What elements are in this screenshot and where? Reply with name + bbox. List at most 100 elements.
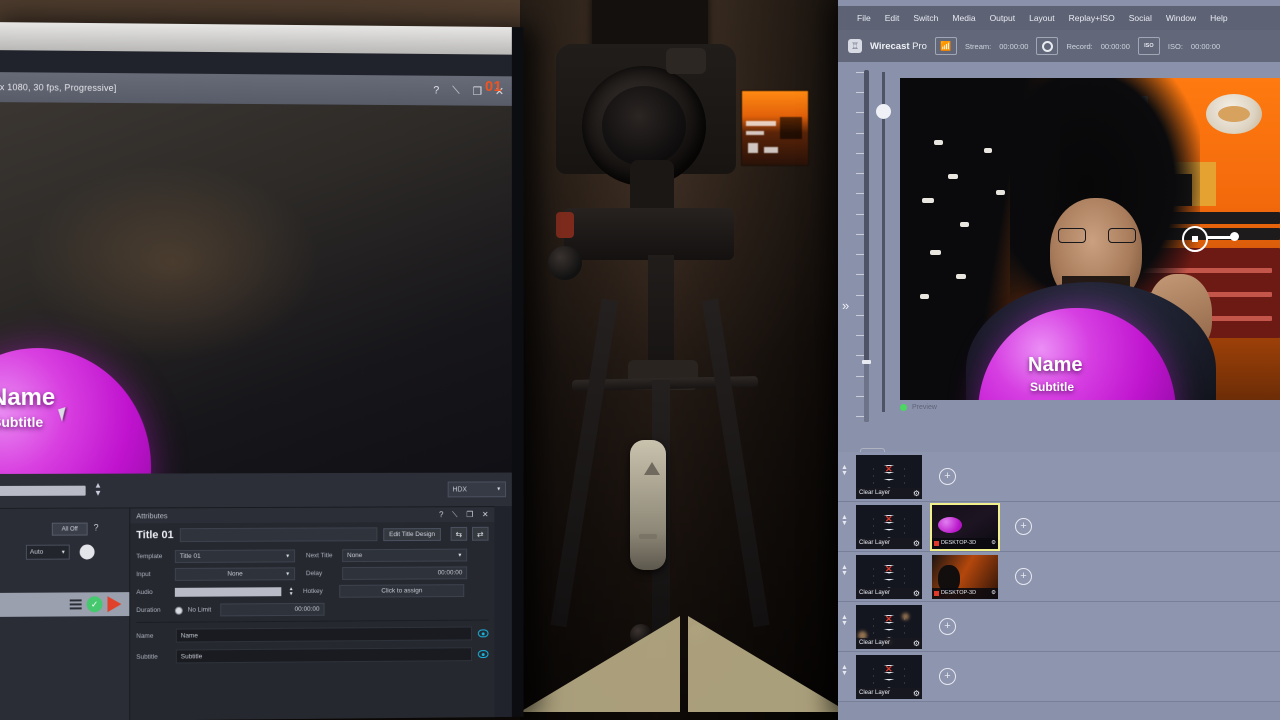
shot-name-input[interactable]	[179, 527, 378, 543]
layer-row[interactable]: ▲ ▼ ✕ Clear Layer ⚙ DESKTOP-3D ⚙ +	[838, 552, 1280, 602]
audio-volume-knob[interactable]	[876, 104, 891, 119]
restore-icon[interactable]: ❐	[466, 510, 473, 520]
duration-input[interactable]: 00:00:00	[220, 602, 325, 617]
shot-thumbnail[interactable]: DESKTOP-3D ⚙	[932, 554, 998, 599]
live-indicator-icon	[934, 590, 939, 596]
title-name-text: Name	[0, 383, 56, 411]
clear-layer-button[interactable]: ✕ Clear Layer ⚙	[856, 454, 922, 499]
visibility-eye-icon[interactable]	[477, 629, 489, 638]
menu-item-window[interactable]: Window	[1159, 13, 1203, 23]
layers-stack-icon: ✕	[873, 514, 905, 539]
input-dropdown[interactable]: None ▼	[174, 567, 296, 581]
chair-back-right	[688, 616, 848, 712]
left-zoom-slider[interactable]	[0, 485, 86, 496]
transition-controls-row: ✓	[0, 592, 130, 617]
preview-video[interactable]: Name Subtitle	[900, 78, 1280, 400]
meter-scale-ticks	[856, 72, 864, 417]
preview-crosshair-bar	[1206, 236, 1232, 239]
layer-reorder-arrows[interactable]: ▲ ▼	[841, 514, 853, 527]
layer-reorder-arrows[interactable]: ▲ ▼	[841, 564, 853, 577]
add-shot-button[interactable]: +	[939, 618, 956, 635]
preview-crosshair-icon[interactable]	[1182, 226, 1208, 252]
help-icon[interactable]: ?	[433, 85, 439, 97]
gear-icon[interactable]: ⚙	[913, 689, 920, 698]
play-icon[interactable]	[107, 596, 122, 613]
go-button[interactable]	[79, 544, 95, 560]
hotkey-label: Hotkey	[302, 587, 323, 596]
confirm-icon[interactable]: ✓	[86, 596, 103, 613]
help-icon[interactable]: ?	[439, 510, 443, 520]
next-title-dropdown[interactable]: None ▼	[342, 548, 468, 563]
attributes-nav-buttons: ⇆ ⇄	[450, 526, 489, 541]
add-shot-button[interactable]: +	[1015, 568, 1032, 585]
layer-row[interactable]: ▲ ▼ ✕ Clear Layer ⚙ +	[838, 652, 1280, 702]
restore-icon[interactable]: ❐	[473, 84, 483, 97]
attributes-fields: Template Title 01 ▼ Next Title None ▼ In…	[130, 545, 494, 664]
no-limit-radio[interactable]	[174, 606, 183, 615]
menu-item-file[interactable]: File	[850, 13, 878, 23]
menu-item-output[interactable]: Output	[983, 13, 1023, 23]
edit-title-design-button[interactable]: Edit Title Design	[383, 527, 441, 541]
add-shot-button[interactable]: +	[939, 468, 956, 485]
audio-spinner[interactable]: ▲ ▼	[286, 586, 296, 597]
gear-icon[interactable]: ⚙	[913, 589, 920, 598]
layer-row[interactable]: ▲ ▼ ✕ Clear Layer ⚙ DESKTOP-3D ⚙ +	[838, 502, 1280, 552]
preview-crosshair-handle[interactable]	[1230, 232, 1239, 241]
field-row-audio: Audio ▲ ▼ Hotkey Click to assign	[136, 584, 488, 599]
layer-reorder-arrows[interactable]: ▲ ▼	[841, 614, 853, 627]
layer-reorder-arrows[interactable]: ▲ ▼	[841, 664, 853, 677]
delay-input[interactable]: 00:00:00	[342, 566, 468, 580]
left-format-dropdown[interactable]: HDX ▼	[447, 481, 507, 498]
layer-row[interactable]: ▲ ▼ ✕ Clear Layer ⚙ +	[838, 452, 1280, 502]
menu-item-social[interactable]: Social	[1122, 13, 1159, 23]
menu-item-help[interactable]: Help	[1203, 13, 1234, 23]
audio-volume-track[interactable]	[882, 72, 885, 412]
chevron-down-icon: ▼	[60, 549, 66, 556]
gear-icon[interactable]: ⚙	[991, 540, 998, 546]
gear-icon[interactable]: ⚙	[913, 539, 920, 548]
swap-icon[interactable]: ⇆	[450, 526, 468, 541]
name-input[interactable]: Name	[175, 626, 473, 643]
menu-item-layout[interactable]: Layout	[1022, 13, 1062, 23]
left-spinner[interactable]: ▲ ▼	[92, 481, 105, 500]
all-off-button[interactable]: All Off	[51, 522, 88, 536]
shot-thumbnail-selected[interactable]: DESKTOP-3D ⚙	[930, 502, 1000, 551]
record-circle-icon[interactable]	[1036, 37, 1059, 55]
visibility-eye-icon[interactable]	[477, 650, 489, 659]
audio-meter-knob[interactable]	[862, 360, 871, 364]
gear-icon[interactable]: ⚙	[991, 590, 998, 596]
gear-icon[interactable]: ⚙	[913, 639, 920, 648]
subtitle-input[interactable]: Subtitle	[175, 647, 473, 664]
exchange-icon[interactable]: ⇄	[472, 526, 489, 541]
chevron-double-right-icon[interactable]: »	[842, 298, 849, 313]
left-format-value: HDX	[452, 485, 467, 493]
iso-icon[interactable]: ISO	[1137, 37, 1160, 55]
clear-layer-button[interactable]: ✕ Clear Layer ⚙	[856, 554, 922, 599]
title-subtitle-text: Subtitle	[1030, 380, 1074, 394]
hotkey-button[interactable]: Click to assign	[339, 584, 465, 598]
wirecast-menubar: File Edit Switch Media Output Layout Rep…	[838, 6, 1280, 30]
audio-slider[interactable]	[174, 587, 282, 597]
add-shot-button[interactable]: +	[1015, 518, 1032, 535]
menu-item-edit[interactable]: Edit	[878, 13, 907, 23]
menu-item-replay-iso[interactable]: Replay+ISO	[1062, 13, 1122, 23]
panel-help-icon[interactable]: ?	[94, 523, 99, 533]
close-icon[interactable]: ✕	[482, 510, 489, 520]
template-dropdown[interactable]: Title 01 ▼	[174, 549, 296, 563]
layer-reorder-arrows[interactable]: ▲ ▼	[841, 464, 853, 477]
auto-dropdown[interactable]: Auto ▼	[25, 544, 70, 560]
wirecast-toolbar: ♖ Wirecast Pro 📶 Stream: 00:00:00 Record…	[838, 30, 1280, 62]
add-shot-button[interactable]: +	[939, 668, 956, 685]
wifi-icon[interactable]: 📶	[934, 37, 957, 55]
gear-icon[interactable]: ⚙	[913, 489, 920, 498]
tripod-leg-right	[702, 298, 770, 628]
menu-item-switch[interactable]: Switch	[906, 13, 945, 23]
wrench-icon[interactable]: ⟍	[452, 84, 460, 97]
clear-layer-button[interactable]: ✕ Clear Layer ⚙	[856, 504, 922, 549]
clear-layer-button[interactable]: ✕ Clear Layer ⚙	[856, 654, 922, 699]
wrench-icon[interactable]: ⟍	[452, 510, 457, 520]
menu-item-media[interactable]: Media	[945, 13, 982, 23]
menu-icon[interactable]	[69, 599, 82, 610]
clear-layer-button[interactable]: ✕ Clear Layer ⚙	[856, 604, 922, 649]
layer-row[interactable]: ▲ ▼ ✕ Clear Layer ⚙ +	[838, 602, 1280, 652]
